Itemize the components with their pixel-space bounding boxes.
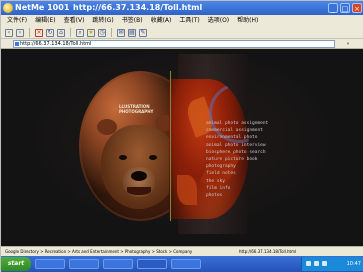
go-button[interactable]: » xyxy=(338,40,358,48)
bear-nose xyxy=(131,171,147,181)
leaf-shape xyxy=(177,175,197,205)
menu-go[interactable]: 跳转(G) xyxy=(92,15,113,27)
browser-logo-icon xyxy=(3,3,13,13)
forward-icon[interactable]: › xyxy=(16,28,24,37)
nav-link[interactable]: nature picture book xyxy=(206,156,316,163)
logo-line: PHOTOGRAPHY xyxy=(119,109,154,114)
history-icon[interactable]: ◷ xyxy=(98,28,106,37)
status-url: http://66.37.134.18/Toll.html xyxy=(239,249,297,254)
window-controls: _ □ × xyxy=(328,3,362,13)
stop-icon[interactable]: × xyxy=(35,28,43,37)
taskbar-item[interactable] xyxy=(103,259,133,269)
mail-icon[interactable]: ✉ xyxy=(117,28,125,37)
menu-tools[interactable]: 工具(T) xyxy=(179,15,199,27)
site-logo-text: LLUSTRATION PHOTOGRAPHY xyxy=(119,104,153,114)
print-icon[interactable]: ▤ xyxy=(128,28,136,37)
toolbar-separator xyxy=(70,28,71,37)
title-bar: NetMe 1001 http://66.37.134.18/Toll.html… xyxy=(1,1,363,15)
nav-link[interactable]: field notes xyxy=(206,170,316,177)
photo-divider xyxy=(170,71,171,221)
taskbar-item[interactable] xyxy=(69,259,99,269)
url-text: http://66.37.134.18/Toll.html xyxy=(20,41,92,47)
nav-link[interactable]: animal photo interview xyxy=(206,142,316,149)
favorites-icon[interactable]: ★ xyxy=(87,28,95,37)
nav-link[interactable]: film info xyxy=(206,185,316,192)
network-icon[interactable] xyxy=(306,261,311,266)
window-title: NetMe 1001 xyxy=(15,3,70,12)
menu-edit[interactable]: 编辑(E) xyxy=(35,15,55,27)
taskbar: start 10:47 xyxy=(1,256,363,272)
minimize-button[interactable]: _ xyxy=(328,3,338,13)
taskbar-item[interactable] xyxy=(35,259,65,269)
system-tray: 10:47 xyxy=(301,257,363,271)
search-icon[interactable]: ⌕ xyxy=(76,28,84,37)
menu-view[interactable]: 查看(V) xyxy=(64,15,85,27)
site-nav-menu: animal photo assignment commercial assig… xyxy=(206,120,316,199)
shield-icon[interactable] xyxy=(322,261,327,266)
bear-eye xyxy=(149,155,157,160)
menu-favorites[interactable]: 收藏(A) xyxy=(151,15,172,27)
taskbar-item[interactable] xyxy=(137,259,167,269)
bear-eye xyxy=(119,155,127,160)
nav-link[interactable]: animal photo assignment xyxy=(206,120,316,127)
menu-bookmarks[interactable]: 书签(B) xyxy=(122,15,143,27)
maximize-button[interactable]: □ xyxy=(340,3,350,13)
toolbar-separator xyxy=(29,28,30,37)
web-content: LLUSTRATION PHOTOGRAPHY animal photo ass… xyxy=(1,49,363,246)
menu-bar: 文件(F) 编辑(E) 查看(V) 跳转(G) 书签(B) 收藏(A) 工具(T… xyxy=(1,15,363,27)
nav-link[interactable]: photography xyxy=(206,163,316,170)
url-input[interactable]: http://66.37.134.18/Toll.html xyxy=(13,40,335,48)
close-button[interactable]: × xyxy=(352,3,362,13)
refresh-icon[interactable]: ↻ xyxy=(46,28,54,37)
toolbar-separator xyxy=(111,28,112,37)
address-bar: http://66.37.134.18/Toll.html » xyxy=(1,39,363,49)
breadcrumb[interactable]: Google Directory > Recreation > Arts and… xyxy=(5,247,192,256)
status-bar: Google Directory > Recreation > Arts and… xyxy=(1,246,363,256)
browser-window: NetMe 1001 http://66.37.134.18/Toll.html… xyxy=(0,0,363,272)
nav-link[interactable]: the sky xyxy=(206,178,316,185)
nav-link[interactable]: environmental photo xyxy=(206,134,316,141)
back-icon[interactable]: ‹ xyxy=(5,28,13,37)
clock: 10:47 xyxy=(346,261,361,267)
nav-link[interactable]: biosphere photo search xyxy=(206,149,316,156)
menu-options[interactable]: 选项(O) xyxy=(208,15,229,27)
volume-icon[interactable] xyxy=(314,261,319,266)
window-title-url: http://66.37.134.18/Toll.html xyxy=(73,3,203,12)
toolbar: ‹ › × ↻ ⌂ ⌕ ★ ◷ ✉ ▤ ✎ xyxy=(1,27,363,39)
page-icon xyxy=(15,42,19,46)
edit-icon[interactable]: ✎ xyxy=(139,28,147,37)
nav-link[interactable]: commercial assignment xyxy=(206,127,316,134)
home-icon[interactable]: ⌂ xyxy=(57,28,65,37)
nav-link[interactable]: photos xyxy=(206,192,316,199)
start-button[interactable]: start xyxy=(1,257,31,271)
menu-help[interactable]: 帮助(H) xyxy=(237,15,258,27)
menu-file[interactable]: 文件(F) xyxy=(7,15,27,27)
bear-mouth xyxy=(127,187,151,195)
taskbar-item[interactable] xyxy=(171,259,201,269)
